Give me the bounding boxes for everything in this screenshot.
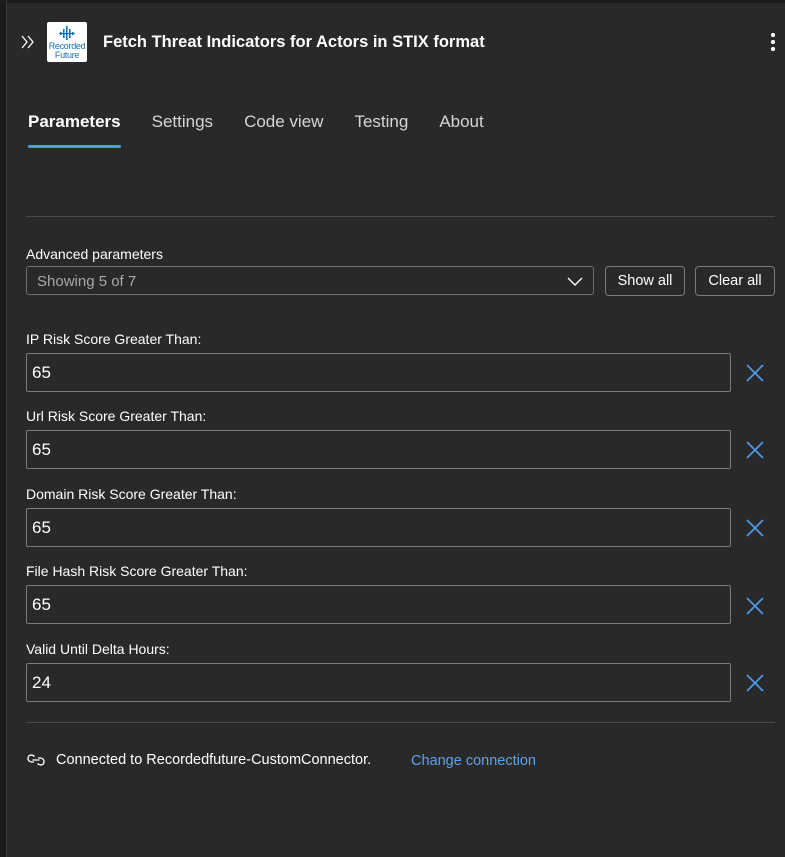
panel-header: Recorded Future Fetch Threat Indicators … <box>7 3 785 83</box>
tab-parameters[interactable]: Parameters <box>28 110 121 148</box>
remove-ip-risk-score-icon[interactable] <box>745 363 765 383</box>
domain-risk-score-input[interactable] <box>26 508 731 547</box>
tab-testing[interactable]: Testing <box>354 110 408 148</box>
file-hash-risk-score-label: File Hash Risk Score Greater Than: <box>26 563 248 579</box>
panel-title: Fetch Threat Indicators for Actors in ST… <box>103 33 485 51</box>
remove-url-risk-score-icon[interactable] <box>745 440 765 460</box>
remove-file-hash-risk-score-icon[interactable] <box>745 596 765 616</box>
remove-domain-risk-score-icon[interactable] <box>745 518 765 538</box>
ip-risk-score-input[interactable] <box>26 353 731 392</box>
connection-status-text: Connected to Recordedfuture-CustomConnec… <box>56 752 372 768</box>
advanced-parameters-selected: Showing 5 of 7 <box>37 273 137 290</box>
logo-text-line2: Future <box>54 50 80 60</box>
advanced-parameters-label: Advanced parameters <box>26 246 163 262</box>
tab-about[interactable]: About <box>439 110 483 148</box>
ip-risk-score-label: IP Risk Score Greater Than: <box>26 331 202 347</box>
advanced-parameters-dropdown[interactable]: Showing 5 of 7 <box>26 266 594 295</box>
expand-panel-icon[interactable] <box>19 33 37 51</box>
tab-bar: Parameters Settings Code view Testing Ab… <box>28 110 515 150</box>
remove-valid-until-delta-hours-icon[interactable] <box>745 673 765 693</box>
domain-risk-score-label: Domain Risk Score Greater Than: <box>26 486 237 502</box>
clear-all-button[interactable]: Clear all <box>695 266 775 296</box>
window-frame-left <box>0 0 7 857</box>
more-options-icon[interactable] <box>767 32 779 52</box>
change-connection-link[interactable]: Change connection <box>411 753 536 769</box>
valid-until-delta-hours-input[interactable] <box>26 663 731 702</box>
link-icon <box>27 754 45 766</box>
logo-mark-icon <box>59 26 75 40</box>
chevron-down-icon <box>567 277 583 286</box>
tab-settings[interactable]: Settings <box>152 110 213 148</box>
recorded-future-logo: Recorded Future <box>47 22 87 62</box>
tab-code-view[interactable]: Code view <box>244 110 323 148</box>
url-risk-score-label: Url Risk Score Greater Than: <box>26 408 207 424</box>
show-all-button[interactable]: Show all <box>605 266 685 296</box>
section-divider-bottom <box>26 722 775 723</box>
file-hash-risk-score-input[interactable] <box>26 585 731 624</box>
valid-until-delta-hours-label: Valid Until Delta Hours: <box>26 641 170 657</box>
section-divider-top <box>26 216 775 217</box>
url-risk-score-input[interactable] <box>26 430 731 469</box>
